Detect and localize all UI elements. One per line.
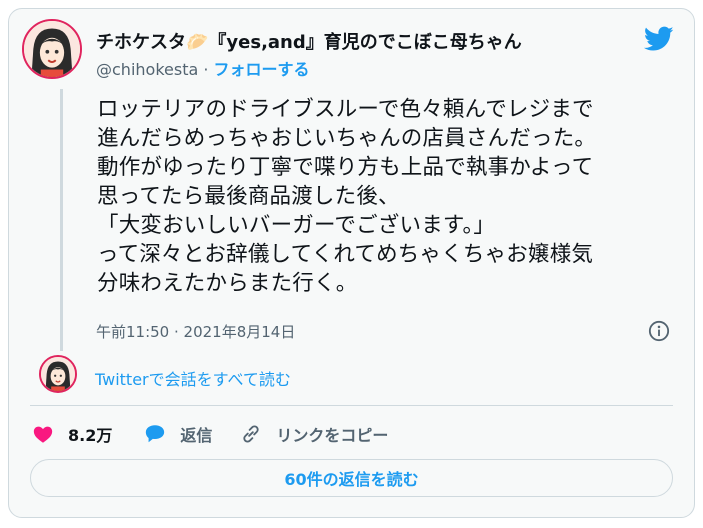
tweet-timestamp[interactable]: 午前11:50 · 2021年8月14日 [96, 321, 295, 342]
copy-link-button[interactable]: リンクをコピー [240, 422, 388, 446]
info-icon[interactable] [648, 320, 670, 342]
like-count: 8.2万 [68, 426, 113, 445]
author-handle[interactable]: @chihokesta [96, 60, 198, 79]
tweet-text-line: 分味わえたからまた行く。 [97, 271, 358, 296]
conversation-avatar[interactable] [39, 355, 77, 393]
author-avatar[interactable] [22, 19, 82, 79]
follow-button[interactable]: フォローする [214, 60, 310, 79]
tweet-text-line: 「大変おいしいバーガーでございます。」 [97, 213, 496, 238]
tweet-text-line: って深々とお辞儀してくれてめちゃくちゃお嬢様気 [97, 242, 594, 267]
tweet-text-line: ロッテリアのドライブスルーで色々頼んでレジまで [97, 97, 594, 122]
divider [30, 405, 673, 406]
copy-link-label: リンクをコピー [276, 426, 389, 445]
action-bar: 8.2万 返信 リンクをコピー [32, 420, 388, 448]
read-replies-button[interactable]: 60件の返信を読む [30, 459, 673, 497]
author-name[interactable]: チホケスタ🥟『yes,and』育児のでこぼこ母ちゃん [96, 28, 522, 54]
link-icon [243, 425, 259, 443]
thread-line [60, 89, 63, 351]
like-button[interactable]: 8.2万 [32, 422, 112, 446]
separator-dot: · [203, 60, 209, 79]
reply-bubble-icon [146, 425, 165, 443]
heart-icon [33, 426, 53, 443]
read-conversation-link[interactable]: Twitterで会話をすべて読む [95, 366, 291, 390]
tweet-text-line: 思ってたら最後商品渡した後、 [97, 184, 400, 209]
twitter-bird-icon[interactable] [644, 26, 674, 52]
tweet-text-line: 動作がゆったり丁寧で喋り方も上品で執事かよって [97, 155, 594, 180]
tweet-text: ロッテリアのドライブスルーで色々頼んでレジまで 進んだらめっちゃおじいちゃんの店… [97, 95, 681, 298]
tweet-text-line: 進んだらめっちゃおじいちゃんの店員さんだった。 [97, 126, 597, 151]
handle-row: @chihokesta · フォローする [96, 56, 310, 80]
reply-label: 返信 [180, 426, 213, 445]
reply-button[interactable]: 返信 [144, 422, 212, 446]
